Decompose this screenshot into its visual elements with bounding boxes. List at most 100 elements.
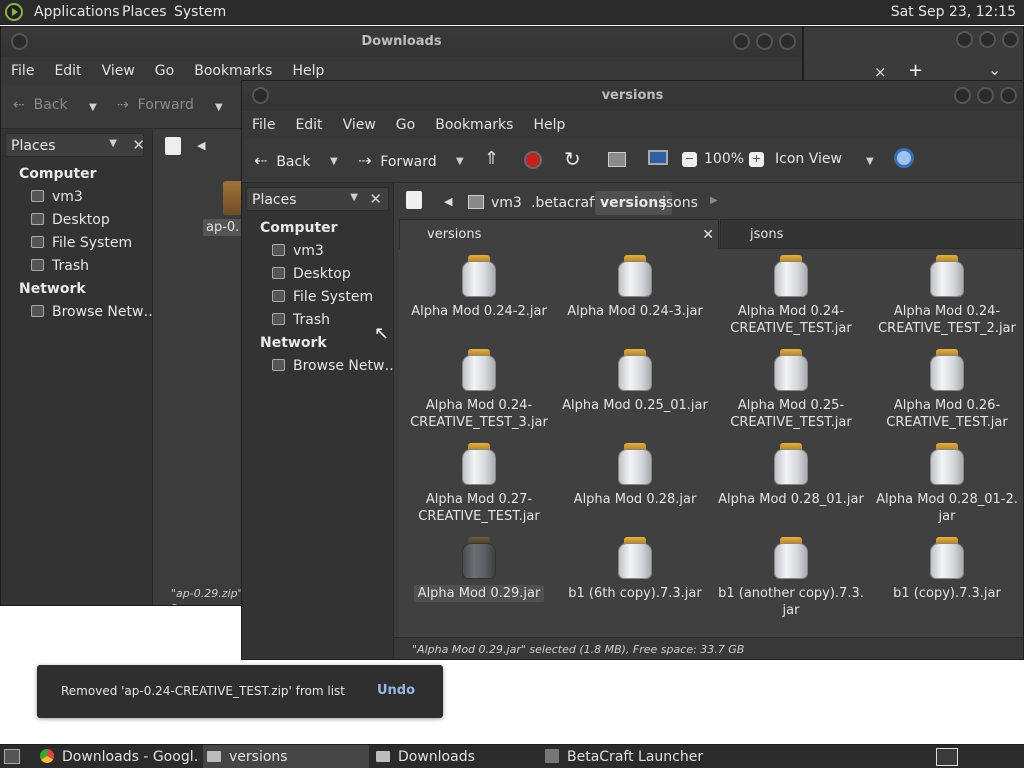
- place-file-system[interactable]: File System: [272, 289, 373, 305]
- back-dropdown-icon[interactable]: ▼: [330, 156, 338, 167]
- place-desktop[interactable]: Desktop: [272, 266, 351, 282]
- file-label[interactable]: Alpha Mod 0.28_01.jar: [716, 491, 866, 508]
- stop-icon[interactable]: [524, 151, 542, 169]
- maximize-icon[interactable]: [977, 87, 994, 104]
- crumb-jsons[interactable]: jsons: [657, 191, 703, 215]
- computer-icon[interactable]: [648, 150, 668, 165]
- minimize-icon[interactable]: [733, 33, 750, 50]
- show-desktop-icon[interactable]: [4, 749, 20, 764]
- zoom-out-icon[interactable]: −: [682, 152, 697, 167]
- place-desktop[interactable]: Desktop: [31, 212, 110, 228]
- back-dropdown-icon[interactable]: ▼: [89, 102, 97, 113]
- menu-view[interactable]: View: [333, 111, 386, 139]
- tab-jsons[interactable]: jsons: [720, 219, 1023, 249]
- file-label[interactable]: Alpha Mod 0.24- CREATIVE_TEST_3.jar: [404, 397, 554, 431]
- window-menu-icon[interactable]: [252, 87, 269, 104]
- jar-file-icon[interactable]: [774, 255, 808, 297]
- file-label[interactable]: Alpha Mod 0.29.jar: [404, 585, 554, 602]
- jar-file-icon[interactable]: [462, 537, 496, 579]
- jar-file-icon[interactable]: [618, 443, 652, 485]
- workspace-switcher-icon[interactable]: [936, 748, 958, 766]
- close-icon[interactable]: [1000, 87, 1017, 104]
- place-vm3[interactable]: vm3: [31, 189, 83, 205]
- jar-file-icon[interactable]: [774, 537, 808, 579]
- jar-file-icon[interactable]: [618, 255, 652, 297]
- view-mode-select[interactable]: Icon View: [775, 151, 842, 167]
- menu-go[interactable]: Go: [386, 111, 425, 139]
- file-label[interactable]: Alpha Mod 0.25_01.jar: [560, 397, 710, 414]
- close-icon[interactable]: [1002, 31, 1019, 48]
- clock[interactable]: Sat Sep 23, 12:15: [891, 4, 1016, 20]
- file-label[interactable]: Alpha Mod 0.28_01-2. jar: [872, 491, 1022, 525]
- file-label[interactable]: Alpha Mod 0.26- CREATIVE_TEST.jar: [872, 397, 1022, 431]
- window-menu-icon[interactable]: [11, 33, 28, 50]
- places-header[interactable]: Places ▼ ✕: [5, 133, 145, 157]
- forward-button[interactable]: ⇢ Forward: [358, 151, 437, 170]
- search-icon[interactable]: [894, 148, 914, 168]
- file-label-ap[interactable]: ap-0.: [203, 219, 243, 236]
- view-mode-dropdown-icon[interactable]: ▼: [866, 156, 874, 167]
- file-label[interactable]: Alpha Mod 0.27- CREATIVE_TEST.jar: [404, 491, 554, 525]
- jar-file-icon[interactable]: [774, 443, 808, 485]
- minimize-icon[interactable]: [956, 31, 973, 48]
- jar-file-icon[interactable]: [930, 349, 964, 391]
- browser-tab-close-icon[interactable]: ×: [874, 63, 887, 81]
- file-label[interactable]: b1 (another copy).7.3. jar: [716, 585, 866, 619]
- task-betacraft[interactable]: BetaCraft Launcher …: [541, 745, 707, 768]
- file-label[interactable]: Alpha Mod 0.25- CREATIVE_TEST.jar: [716, 397, 866, 431]
- crumb-home-icon[interactable]: [468, 195, 484, 209]
- menu-edit[interactable]: Edit: [44, 57, 91, 85]
- place-file-system[interactable]: File System: [31, 235, 132, 251]
- crumb-left-arrow-icon[interactable]: ◀: [444, 195, 452, 208]
- crumb-betacraft[interactable]: .betacraft: [526, 191, 604, 215]
- places-header[interactable]: Places ▼ ✕: [246, 187, 389, 211]
- file-label[interactable]: b1 (copy).7.3.jar: [872, 585, 1022, 602]
- place-trash[interactable]: Trash: [272, 312, 330, 328]
- menu-places[interactable]: Places: [122, 4, 167, 20]
- crumb-right-arrow-icon[interactable]: ▶: [710, 195, 718, 206]
- new-tab-icon[interactable]: +: [908, 60, 923, 81]
- tab-versions[interactable]: versions ✕: [399, 219, 719, 249]
- tab-close-icon[interactable]: ✕: [702, 220, 714, 250]
- close-pane-icon[interactable]: ✕: [132, 136, 145, 154]
- maximize-icon[interactable]: [979, 31, 996, 48]
- back-button[interactable]: ⇠ Back: [13, 97, 68, 113]
- place-vm3[interactable]: vm3: [272, 243, 324, 259]
- menu-system[interactable]: System: [174, 4, 226, 20]
- jar-file-icon[interactable]: [462, 349, 496, 391]
- crumb-left-arrow-icon[interactable]: ◀: [197, 139, 205, 152]
- jar-file-icon[interactable]: [462, 443, 496, 485]
- minimize-icon[interactable]: [954, 87, 971, 104]
- task-downloads[interactable]: Downloads: [372, 745, 538, 768]
- menu-file[interactable]: File: [242, 111, 285, 139]
- menu-go[interactable]: Go: [145, 57, 184, 85]
- forward-dropdown-icon[interactable]: ▼: [456, 156, 464, 167]
- home-icon[interactable]: [608, 152, 626, 167]
- jar-file-icon[interactable]: [462, 255, 496, 297]
- file-label[interactable]: Alpha Mod 0.28.jar: [560, 491, 710, 508]
- forward-button[interactable]: ⇢ Forward: [117, 97, 194, 113]
- close-pane-icon[interactable]: ✕: [369, 190, 382, 208]
- distro-logo-icon[interactable]: [5, 3, 23, 21]
- place-browse-network[interactable]: Browse Netw…: [272, 358, 398, 374]
- menu-bookmarks[interactable]: Bookmarks: [425, 111, 523, 139]
- menu-help[interactable]: Help: [523, 111, 575, 139]
- crumb-vm3[interactable]: vm3: [486, 191, 527, 215]
- jar-file-icon[interactable]: [930, 255, 964, 297]
- menu-file[interactable]: File: [1, 57, 44, 85]
- file-label[interactable]: Alpha Mod 0.24-2.jar: [404, 303, 554, 320]
- jar-file-icon[interactable]: [930, 537, 964, 579]
- menu-view[interactable]: View: [92, 57, 145, 85]
- jar-file-icon[interactable]: [930, 443, 964, 485]
- file-label[interactable]: Alpha Mod 0.24- CREATIVE_TEST_2.jar: [872, 303, 1022, 337]
- maximize-icon[interactable]: [756, 33, 773, 50]
- downloads-titlebar[interactable]: Downloads: [1, 27, 802, 57]
- file-label[interactable]: Alpha Mod 0.24-3.jar: [560, 303, 710, 320]
- task-versions[interactable]: versions: [203, 745, 369, 768]
- place-browse-network[interactable]: Browse Netw…: [31, 304, 157, 320]
- task-downloads-chrome[interactable]: Downloads - Googl…: [34, 745, 200, 768]
- zoom-in-icon[interactable]: +: [749, 152, 764, 167]
- jar-file-icon[interactable]: [618, 537, 652, 579]
- menu-applications[interactable]: Applications: [34, 4, 120, 20]
- reload-icon[interactable]: ↻: [564, 147, 581, 171]
